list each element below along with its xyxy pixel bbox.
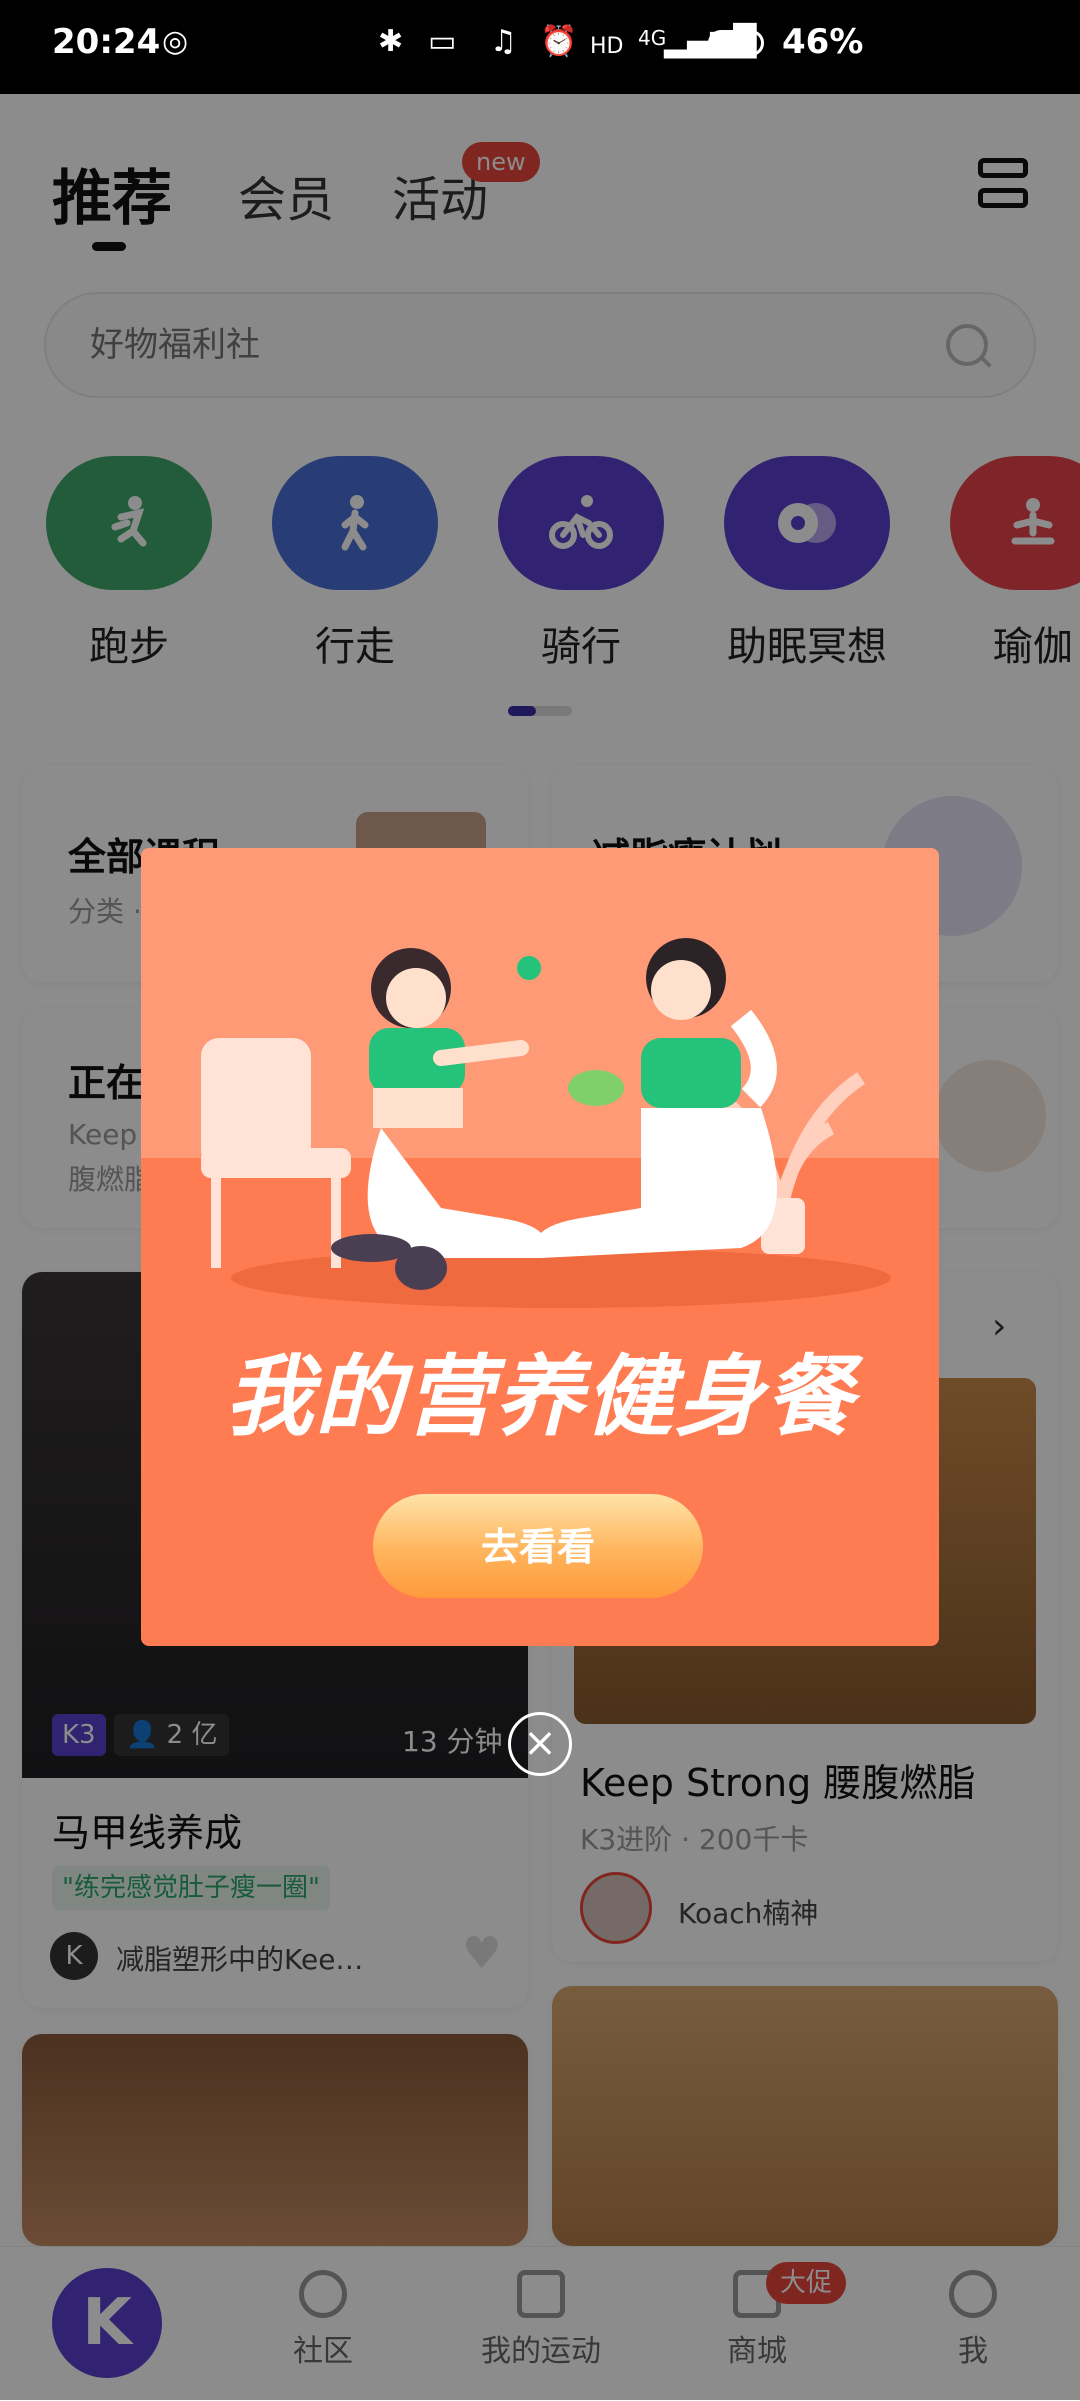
close-icon[interactable]: × [508, 1712, 572, 1776]
alarm-icon: ⏰ [540, 24, 578, 59]
status-time: 20:24 [52, 22, 161, 62]
network-type: 4G [638, 26, 667, 50]
hd-icon: HD [590, 34, 624, 59]
status-bar: 20:24 ◎ ✱ ▭ ♫ ⏰ HD 4G ▂▄▆█ 46% [0, 0, 1080, 94]
nutrition-meal-popup[interactable]: 我的营养健身餐 去看看 [141, 848, 939, 1646]
women-eating-salad-illustration [201, 938, 891, 1308]
go-see-button[interactable]: 去看看 [373, 1494, 703, 1598]
keep-notification-icon: ◎ [162, 24, 189, 59]
popup-headline: 我的营养健身餐 [224, 1345, 855, 1448]
battery-icon [708, 30, 764, 56]
battery-percent: 46% [782, 22, 864, 62]
bluetooth-icon: ✱ [378, 24, 404, 59]
mute-icon: ♫ [490, 24, 517, 59]
vibrate-icon: ▭ [428, 24, 457, 59]
